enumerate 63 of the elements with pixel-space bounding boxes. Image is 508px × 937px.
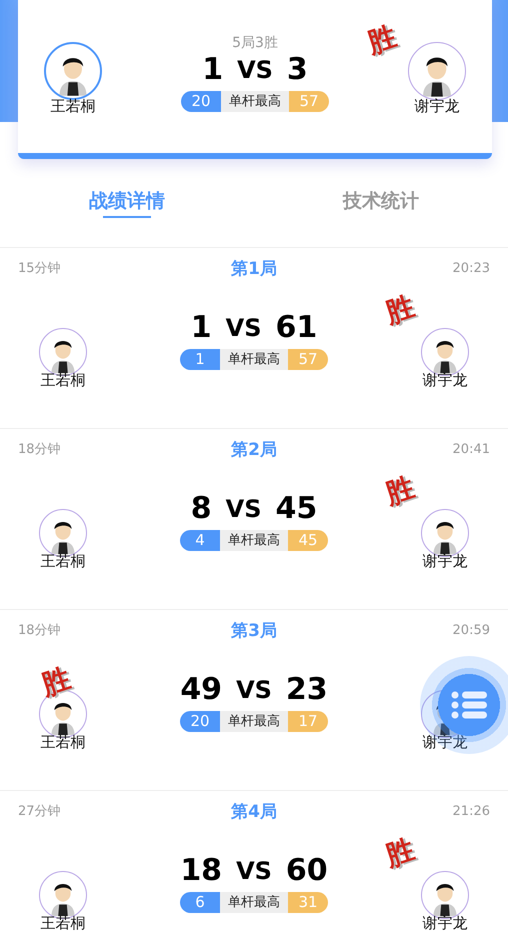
vs-label: VS [226, 494, 262, 522]
best-break-value: 45 [288, 530, 328, 551]
best-break-label: 单杆最高 [221, 91, 289, 112]
game-duration: 18分钟 [18, 622, 62, 639]
score: 49 [180, 672, 222, 707]
win-mark: 胜 [382, 473, 418, 509]
avatar-icon [408, 42, 466, 100]
match-format: 5局3胜 [232, 34, 278, 52]
player-name: 王若桐 [40, 552, 86, 571]
best-break-value: 20 [180, 711, 220, 732]
game-duration: 15分钟 [18, 260, 62, 277]
player-name: 谢宇龙 [422, 733, 468, 752]
list-icon [451, 691, 487, 719]
player-name: 王若桐 [50, 97, 96, 116]
game-title: 第1局 [231, 258, 277, 280]
game-duration: 27分钟 [18, 803, 62, 820]
game-time: 20:23 [452, 260, 490, 276]
vs-label: VS [237, 56, 273, 84]
best-break-value: 57 [288, 349, 328, 370]
vs-label: VS [226, 314, 262, 342]
game-title: 第4局 [231, 800, 277, 822]
best-break-value: 4 [180, 530, 220, 551]
best-break-value: 6 [180, 892, 220, 913]
player-name: 王若桐 [40, 733, 86, 752]
tab[interactable]: 技术统计 [254, 188, 508, 218]
score: 45 [275, 491, 318, 526]
player-name: 谢宇龙 [422, 914, 468, 933]
best-break-value: 20 [181, 91, 221, 112]
win-mark: 胜 [382, 835, 418, 871]
player-name: 谢宇龙 [422, 552, 468, 571]
win-mark: 胜 [364, 22, 400, 58]
player-name: 王若桐 [40, 914, 86, 933]
best-break-value: 31 [288, 892, 328, 913]
game-title: 第2局 [231, 438, 277, 460]
game-title: 第3局 [231, 620, 277, 642]
player-name: 王若桐 [40, 371, 86, 390]
avatar-icon [44, 42, 102, 100]
best-break-value: 1 [180, 349, 220, 370]
game-time: 20:41 [452, 442, 490, 456]
best-break-label: 单杆最高 [220, 530, 288, 551]
score: 61 [275, 310, 318, 345]
game-duration: 18分钟 [18, 441, 62, 458]
player-name: 谢宇龙 [422, 371, 468, 390]
score: 18 [180, 853, 222, 888]
game-time: 21:26 [452, 804, 490, 818]
best-break-value: 17 [288, 711, 328, 732]
win-mark: 胜 [38, 664, 74, 700]
best-break-label: 单杆最高 [220, 349, 288, 370]
vs-label: VS [236, 676, 272, 704]
player-name: 谢宇龙 [414, 97, 460, 116]
score: 8 [190, 491, 212, 526]
score: 1 [202, 52, 224, 87]
vs-label: VS [236, 856, 272, 884]
score: 1 [190, 310, 212, 345]
best-break-label: 单杆最高 [220, 892, 288, 913]
best-break-label: 单杆最高 [220, 711, 288, 732]
best-break-value: 57 [289, 91, 329, 112]
tab[interactable]: 战绩详情 [89, 188, 165, 218]
score: 60 [286, 853, 328, 888]
game-time: 20:59 [452, 622, 490, 638]
score: 3 [286, 52, 308, 87]
win-mark: 胜 [382, 292, 418, 328]
score: 23 [286, 672, 328, 707]
